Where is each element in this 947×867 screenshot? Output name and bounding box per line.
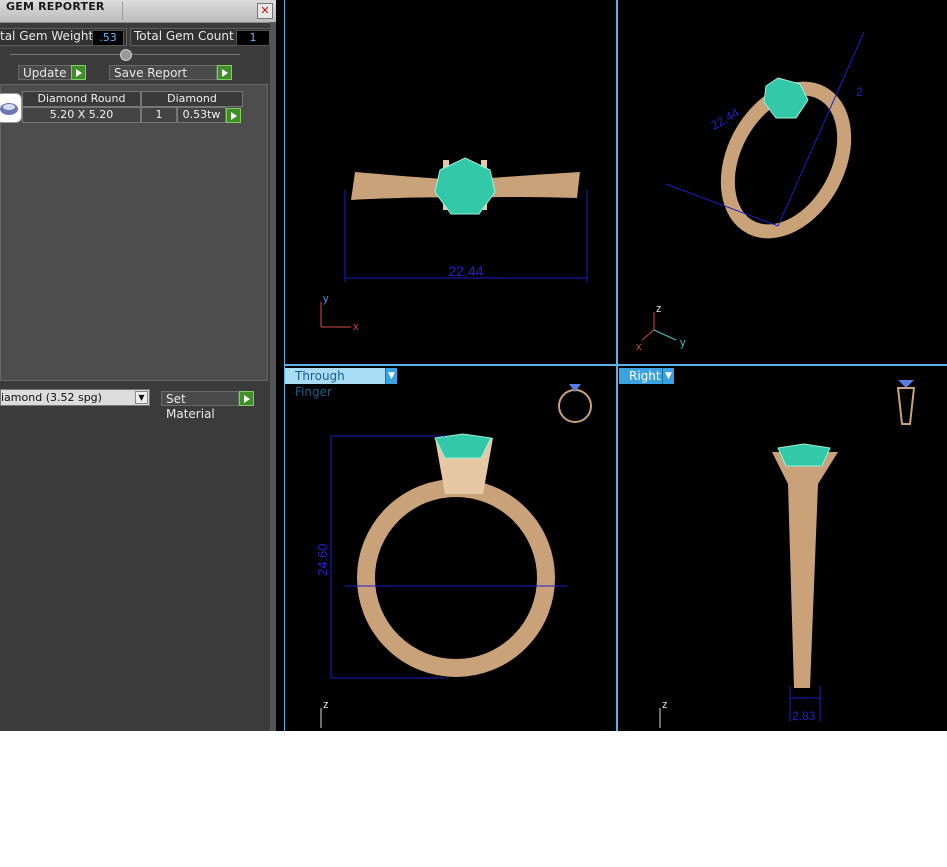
chevron-down-icon[interactable]: ▼ — [135, 391, 148, 404]
svg-text:z: z — [662, 699, 668, 711]
panel-scrollbar[interactable] — [270, 22, 276, 731]
svg-text:24.60: 24.60 — [315, 543, 330, 576]
gem-row-go-icon[interactable] — [226, 108, 241, 123]
save-report-go-icon[interactable] — [217, 65, 232, 80]
svg-text:x: x — [353, 321, 359, 333]
panel-title: GEM REPORTER — [6, 0, 105, 13]
view-tab-through-finger[interactable]: Through Finger — [285, 368, 385, 399]
update-go-icon[interactable] — [71, 65, 86, 80]
viewport-through-finger[interactable]: 24.60 z Through Finger ▼ — [285, 366, 616, 731]
gem-count-cell[interactable]: 1 — [141, 107, 177, 123]
dimension-label: 22.44 — [448, 263, 483, 279]
material-select-value: iamond (3.52 spg) — [1, 391, 102, 404]
app-window: GEM REPORTER ✕ tal Gem Weight .53 Total … — [0, 0, 947, 731]
svg-text:2.83: 2.83 — [792, 709, 816, 723]
total-count-label: Total Gem Count — [134, 29, 234, 43]
gem-weight-cell[interactable]: 0.53tw — [177, 107, 226, 123]
gem-list — [0, 84, 268, 381]
gem — [777, 443, 831, 467]
svg-text:2: 2 — [856, 85, 863, 99]
title-separator — [122, 2, 123, 20]
update-button[interactable]: Update — [18, 65, 72, 80]
svg-text:y: y — [323, 293, 329, 305]
total-weight-label: tal Gem Weight — [0, 29, 94, 43]
total-count-value: 1 — [236, 30, 270, 46]
material-select[interactable]: iamond (3.52 spg) ▼ — [0, 389, 150, 406]
chevron-down-icon[interactable]: ▼ — [662, 368, 674, 384]
set-material-go-icon[interactable] — [239, 391, 254, 406]
svg-text:z: z — [323, 699, 329, 711]
set-material-button[interactable]: Set Material — [161, 391, 239, 421]
viewport-front[interactable]: 22.44 y x — [285, 0, 616, 364]
table-header-shape[interactable]: Diamond Round — [22, 91, 141, 107]
table-header-material[interactable]: Diamond — [141, 91, 243, 107]
close-button[interactable]: ✕ — [257, 3, 273, 19]
splitter-handle[interactable] — [120, 49, 132, 61]
svg-text:y: y — [680, 337, 686, 349]
viewport-perspective[interactable]: 22.44 2 z x y — [618, 0, 947, 364]
save-report-button[interactable]: Save Report — [109, 65, 217, 80]
gem-size-cell[interactable]: 5.20 X 5.20 — [22, 107, 141, 123]
total-weight-value: .53 — [92, 30, 124, 46]
viewport-right[interactable]: 2.83 z Right ▼ — [618, 366, 947, 731]
diamond-thumbnail-icon[interactable] — [0, 93, 22, 123]
gem-reporter-panel: GEM REPORTER ✕ tal Gem Weight .53 Total … — [0, 0, 276, 731]
gem — [434, 433, 492, 459]
svg-text:z: z — [656, 303, 662, 315]
view-tab-right[interactable]: Right — [619, 368, 665, 384]
panel-titlebar[interactable]: GEM REPORTER ✕ — [0, 0, 276, 23]
svg-text:x: x — [636, 341, 642, 353]
chevron-down-icon[interactable]: ▼ — [385, 368, 397, 384]
